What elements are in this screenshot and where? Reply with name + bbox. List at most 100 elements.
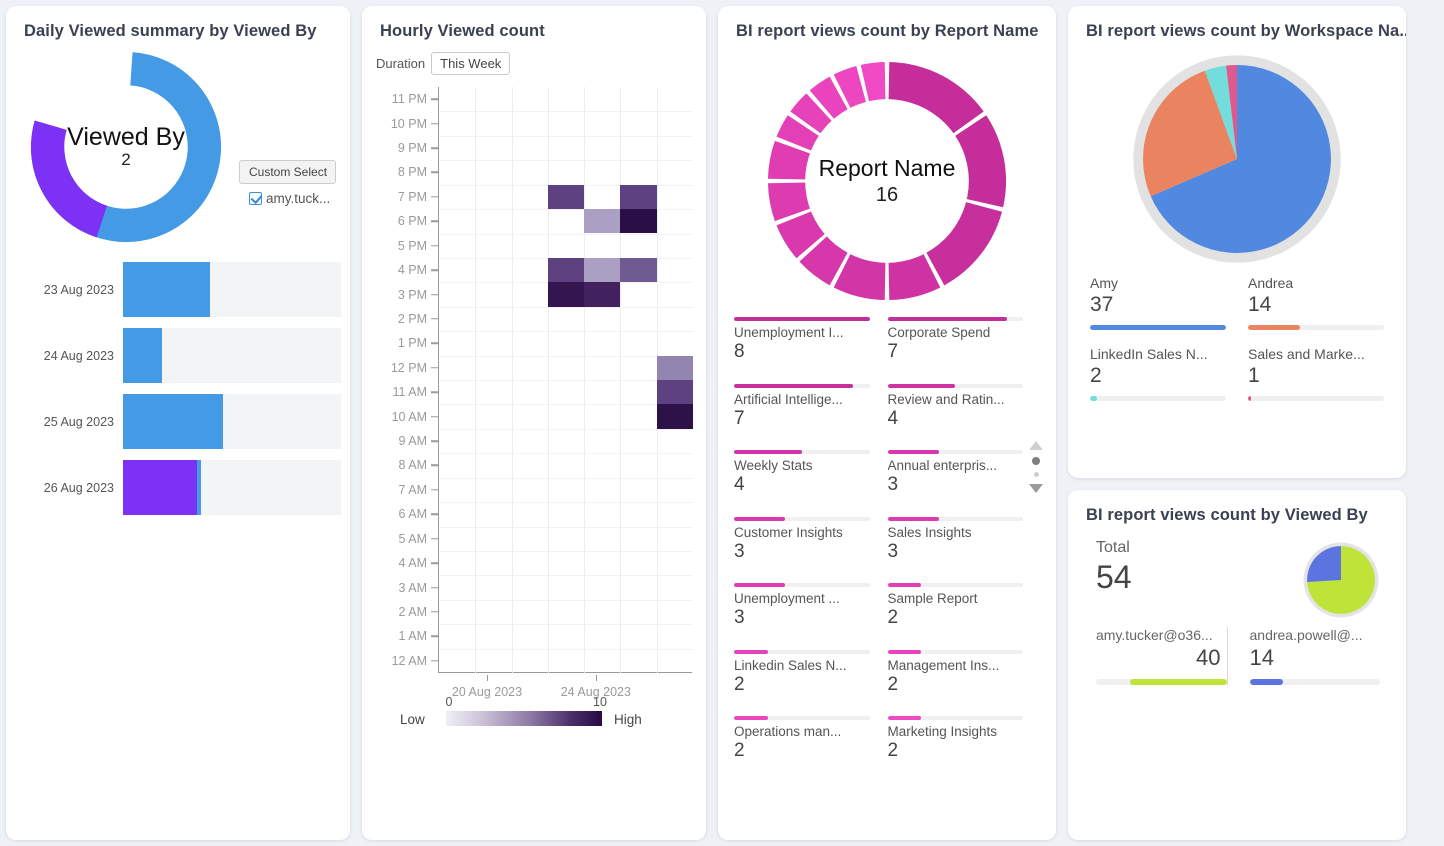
table-row[interactable]: 25 Aug 2023 — [15, 394, 341, 449]
report-track — [734, 384, 870, 388]
workspace-name: Andrea — [1248, 275, 1384, 291]
axis-tick — [431, 587, 438, 589]
reports-scroll-control[interactable] — [1025, 441, 1047, 493]
grid-line — [439, 136, 693, 137]
report-fill — [888, 450, 939, 454]
viewedby-legend: amy.tucker@o36... 40 andrea.powell@... 1… — [1068, 619, 1406, 685]
report-name: Review and Ratin... — [888, 392, 1024, 407]
report-value: 3 — [734, 541, 870, 563]
workspace-value: 37 — [1090, 293, 1226, 317]
dashboard: Daily Viewed summary by Viewed By Viewed… — [0, 0, 1444, 846]
list-item[interactable]: Management Ins...2 — [888, 650, 1024, 696]
workspace-pie-area — [1068, 41, 1406, 267]
report-fill — [734, 384, 853, 388]
heatmap-cell[interactable] — [620, 209, 656, 233]
heatmap-y-label: 3 AM — [399, 581, 428, 595]
list-item[interactable]: Customer Insights3 — [734, 517, 870, 563]
list-item[interactable]: Corporate Spend7 — [888, 317, 1024, 363]
list-item[interactable]: Sales Insights3 — [888, 517, 1024, 563]
viewedby-pie-chart[interactable] — [1302, 541, 1380, 619]
reports-donut-label: Report Name — [819, 155, 956, 182]
heatmap-cell[interactable] — [657, 404, 693, 428]
pie-slice[interactable] — [1307, 546, 1341, 582]
grid-line — [439, 160, 693, 161]
list-item[interactable]: Operations man...2 — [734, 716, 870, 762]
page-dot-icon[interactable] — [1034, 472, 1039, 477]
page-dot-active-icon[interactable] — [1032, 457, 1040, 465]
list-item[interactable]: Linkedin Sales N...2 — [734, 650, 870, 696]
axis-tick — [431, 147, 438, 149]
grid-line — [439, 380, 693, 381]
heatmap-y-label: 5 AM — [399, 532, 428, 546]
report-value: 8 — [734, 341, 870, 363]
heatmap-cell[interactable] — [548, 258, 584, 282]
heatmap-cell[interactable] — [620, 185, 656, 209]
bar-fill — [123, 394, 223, 449]
list-item[interactable]: Weekly Stats4 — [734, 450, 870, 496]
grid-line — [439, 575, 693, 576]
heatmap-cell[interactable] — [548, 282, 584, 306]
workspace-fill — [1090, 396, 1097, 401]
heatmap-y-label: 8 PM — [398, 165, 427, 179]
list-item[interactable]: LinkedIn Sales N...2 — [1090, 346, 1226, 401]
list-item[interactable]: andrea.powell@... 14 — [1227, 627, 1381, 685]
heatmap-chart[interactable]: 11 PM10 PM9 PM8 PM7 PM6 PM5 PM4 PM3 PM2 … — [362, 81, 706, 751]
scroll-up-icon[interactable] — [1029, 441, 1043, 450]
list-item[interactable]: Andrea14 — [1248, 275, 1384, 330]
workspace-name: LinkedIn Sales N... — [1090, 346, 1226, 362]
list-item[interactable]: Sample Report2 — [888, 583, 1024, 629]
list-item[interactable]: Artificial Intellige...7 — [734, 384, 870, 430]
report-fill — [888, 583, 922, 587]
heatmap-cell[interactable] — [620, 258, 656, 282]
heatmap-cell[interactable] — [584, 282, 620, 306]
list-item[interactable]: Unemployment I...8 — [734, 317, 870, 363]
report-value: 2 — [888, 674, 1024, 696]
viewedby-fill — [1130, 679, 1227, 685]
daily-bar-chart: 23 Aug 2023 24 Aug 2023 25 Aug 2023 26 A… — [6, 256, 350, 515]
workspace-fill — [1248, 396, 1251, 401]
heatmap-y-label: 6 PM — [398, 214, 427, 228]
list-item[interactable]: Sales and Marke...1 — [1248, 346, 1384, 401]
list-item[interactable]: amy.tucker@o36... 40 — [1096, 627, 1227, 685]
table-row[interactable]: 26 Aug 2023 — [15, 460, 341, 515]
list-item[interactable]: Annual enterpris...3 — [888, 450, 1024, 496]
report-name: Sales Insights — [888, 525, 1024, 540]
daily-donut-label: Viewed By — [67, 124, 185, 150]
table-row[interactable]: 23 Aug 2023 — [15, 262, 341, 317]
report-name: Weekly Stats — [734, 458, 870, 473]
duration-value[interactable]: This Week — [431, 52, 510, 75]
report-fill — [734, 583, 785, 587]
workspace-value: 1 — [1248, 364, 1384, 388]
panel-report-name: BI report views count by Report Name Rep… — [718, 6, 1056, 840]
heatmap-cell[interactable] — [584, 258, 620, 282]
filter-item-amy[interactable]: amy.tuck... — [249, 191, 330, 206]
list-item[interactable]: Marketing Insights2 — [888, 716, 1024, 762]
custom-select-button[interactable]: Custom Select — [239, 160, 336, 184]
report-name: Management Ins... — [888, 658, 1024, 673]
report-value: 2 — [888, 740, 1024, 762]
panel-workspace-name: BI report views count by Workspace Na...… — [1068, 6, 1406, 478]
report-track — [888, 517, 1024, 521]
grid-line — [439, 649, 693, 650]
axis-tick — [431, 440, 438, 442]
scroll-down-icon[interactable] — [1029, 484, 1043, 493]
heatmap-cell[interactable] — [584, 209, 620, 233]
heatmap-cell[interactable] — [548, 185, 584, 209]
report-value: 7 — [888, 341, 1024, 363]
heatmap-cell[interactable] — [657, 356, 693, 380]
list-item[interactable]: Review and Ratin...4 — [888, 384, 1024, 430]
bar-track — [123, 328, 341, 383]
heatmap-plot-area[interactable] — [438, 87, 692, 673]
list-item[interactable]: Amy37 — [1090, 275, 1226, 330]
colorbar-min-label: 0 — [446, 695, 453, 709]
heatmap-y-label: 10 PM — [391, 117, 427, 131]
report-value: 4 — [888, 408, 1024, 430]
checkbox-icon[interactable] — [249, 192, 262, 205]
colorbar-gradient[interactable] — [446, 711, 598, 726]
axis-tick — [431, 636, 438, 638]
table-row[interactable]: 24 Aug 2023 — [15, 328, 341, 383]
list-item[interactable]: Unemployment ...3 — [734, 583, 870, 629]
heatmap-y-label: 9 PM — [398, 141, 427, 155]
workspace-pie-chart[interactable] — [1129, 51, 1345, 267]
heatmap-cell[interactable] — [657, 380, 693, 404]
